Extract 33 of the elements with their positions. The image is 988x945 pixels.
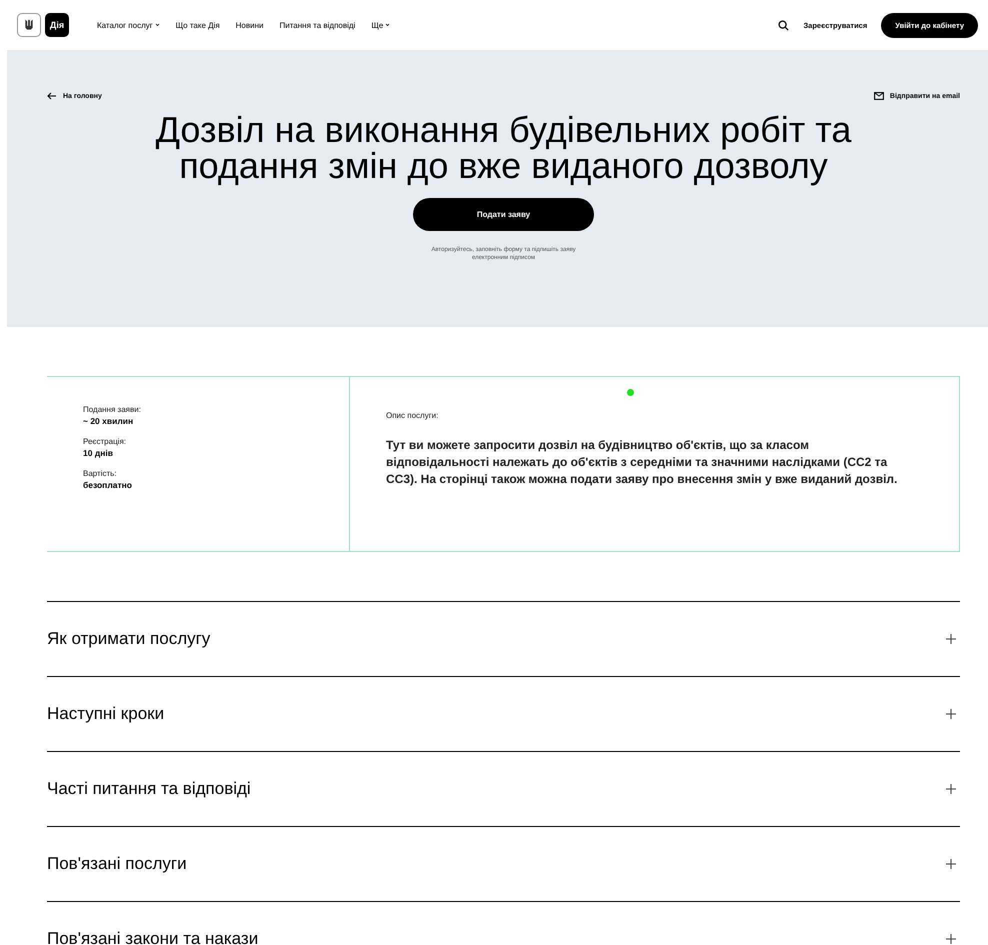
search-icon[interactable] bbox=[778, 20, 790, 30]
accordion-item[interactable]: Пов'язані закони та накази bbox=[47, 901, 960, 945]
fact-value: ~ 20 хвилин bbox=[83, 416, 134, 426]
apply-button[interactable]: Подати заяву bbox=[413, 198, 594, 231]
nav-link[interactable]: Що таке Дія bbox=[176, 20, 220, 30]
nav-link[interactable]: Каталог послуг bbox=[97, 20, 160, 30]
nav-link[interactable]: Ще bbox=[371, 20, 390, 30]
coat-of-arms-icon[interactable] bbox=[17, 13, 41, 37]
fact-label: Подання заяви: bbox=[83, 405, 142, 414]
arrow-left-icon bbox=[47, 92, 57, 100]
nav-link[interactable]: Новини bbox=[236, 20, 264, 30]
fact-label: Вартість: bbox=[83, 469, 118, 478]
dot-icon bbox=[627, 389, 634, 396]
accordion-title: Як отримати послугу bbox=[47, 629, 210, 649]
accordion-title: Часті питання та відповіді bbox=[47, 779, 251, 799]
caret-icon bbox=[154, 23, 160, 27]
accordion-title: Пов'язані послуги bbox=[47, 854, 187, 874]
fact-value: 10 днів bbox=[83, 448, 114, 458]
envelope-icon bbox=[874, 92, 884, 100]
accordion-item[interactable]: Як отримати послугу bbox=[47, 601, 960, 676]
fact-label: Реєстрація: bbox=[83, 437, 127, 446]
accordion-item[interactable]: Пов'язані послуги bbox=[47, 826, 960, 901]
accordion-item[interactable]: Наступні кроки bbox=[47, 676, 960, 751]
description-text: Тут ви можете запросити дозвіл на будівництво об'єктів, що за класом відповідальності належать до об'єктів з середніми та значними наслідками (СС2 та СС3). На сторінці також можна подати заяву про внесення змін у вже виданий дозвіл. bbox=[386, 437, 898, 488]
fact-value: безоплатно bbox=[83, 480, 133, 490]
accordion-title: Пов'язані закони та накази bbox=[47, 929, 258, 945]
nav-link[interactable]: Питання та відповіді bbox=[280, 20, 356, 30]
logo[interactable]: Дія bbox=[45, 13, 69, 37]
accordion-item[interactable]: Часті питання та відповіді bbox=[47, 751, 960, 826]
caret-icon bbox=[385, 23, 390, 27]
description-label: Опис послуги: bbox=[386, 411, 438, 420]
accordion-title: Наступні кроки bbox=[47, 704, 164, 724]
page-title: Дозвіл на виконання будівельних робіт та подання змін до вже виданого дозволу bbox=[154, 112, 852, 184]
